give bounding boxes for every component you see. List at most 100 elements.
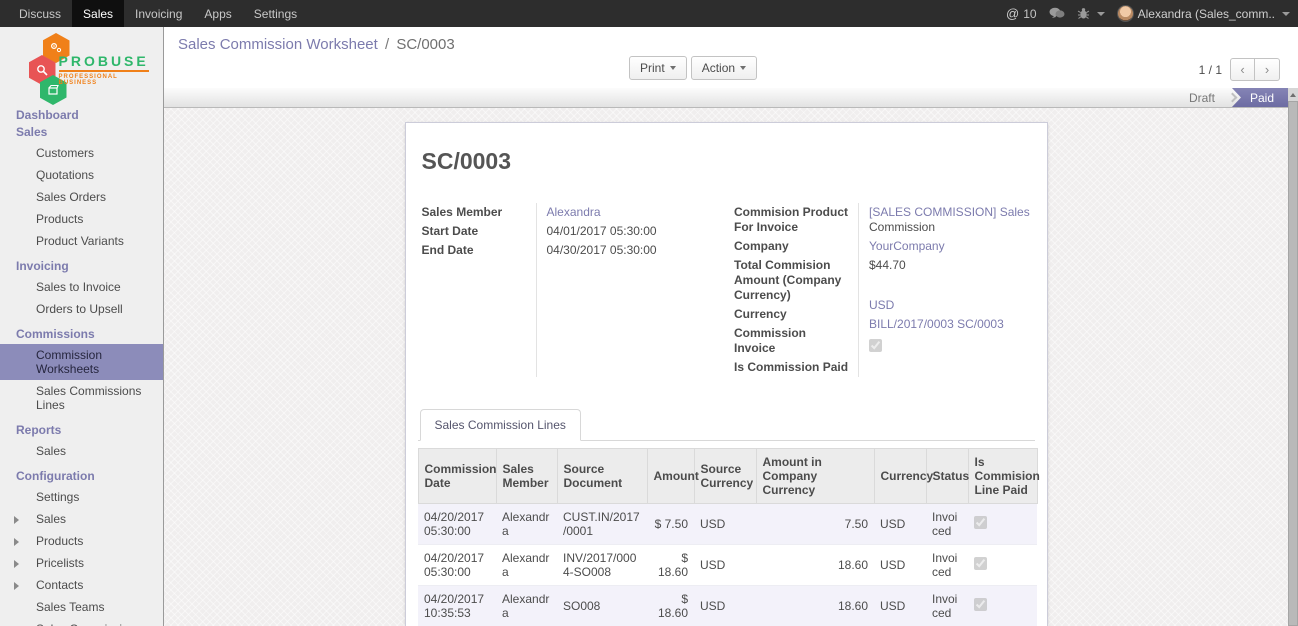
user-menu[interactable]: Alexandra (Sales_comm.. <box>1117 5 1290 22</box>
logo-box[interactable]: PROBUSE PROFESSIONAL BUSINESS <box>0 27 163 101</box>
company-value[interactable]: YourCompany <box>869 239 945 253</box>
status-draft[interactable]: Draft <box>1179 88 1229 107</box>
expand-arrow-icon <box>14 516 19 524</box>
mention-icon: @ <box>1006 6 1019 21</box>
currency-label: Currency <box>734 305 856 324</box>
commission-invoice-link[interactable]: BILL/2017/0003 SC/0003 <box>869 317 1004 331</box>
status-paid[interactable]: Paid <box>1232 88 1288 107</box>
table-row[interactable]: 04/20/2017 10:35:53 Alexandra SO008 $ 18… <box>418 586 1037 626</box>
app-menu-discuss[interactable]: Discuss <box>8 0 72 27</box>
col-status[interactable]: Status <box>926 449 968 504</box>
sidebar-item-contacts[interactable]: Contacts <box>0 574 163 596</box>
print-button[interactable]: Print <box>629 56 687 80</box>
col-amount[interactable]: Amount <box>647 449 694 504</box>
page: Discuss Sales Invoicing Apps Settings @ … <box>0 0 1298 626</box>
company-label: Company <box>734 237 856 256</box>
sidebar-heading-commissions[interactable]: Commissions <box>0 320 163 344</box>
form-sheet: SC/0003 Sales Member Start Date End Date <box>405 122 1048 626</box>
cell-status: Invoiced <box>926 545 968 586</box>
commission-lines-table: Commission Date Sales Member Source Docu… <box>418 448 1038 626</box>
cell-date: 04/20/2017 05:30:00 <box>418 504 496 545</box>
cell-amount-company: 18.60 <box>756 586 874 626</box>
action-button[interactable]: Action <box>691 56 757 80</box>
sidebar-item-pricelists[interactable]: Pricelists <box>0 552 163 574</box>
is-commission-paid-checkbox[interactable] <box>869 339 882 352</box>
commission-product-link[interactable]: [SALES COMMISSION] Sales <box>869 205 1030 219</box>
breadcrumb: Sales Commission Worksheet / SC/0003 <box>178 36 455 53</box>
scrollbar-thumb[interactable] <box>1288 101 1298 626</box>
form-view-background: SC/0003 Sales Member Start Date End Date <box>164 108 1288 626</box>
table-row[interactable]: 04/20/2017 05:30:00 Alexandra CUST.IN/20… <box>418 504 1037 545</box>
pager-previous-button[interactable]: ‹ <box>1230 58 1255 81</box>
col-source-document[interactable]: Source Document <box>557 449 647 504</box>
cell-member: Alexandra <box>496 545 557 586</box>
sidebar-item-products[interactable]: Products <box>0 208 163 230</box>
line-paid-checkbox[interactable] <box>974 598 987 611</box>
sales-member-value[interactable]: Alexandra <box>547 205 601 219</box>
start-date-label: Start Date <box>422 222 534 241</box>
sidebar-item-commission-worksheets[interactable]: Commission Worksheets <box>0 344 163 380</box>
sidebar-item-customers[interactable]: Customers <box>0 142 163 164</box>
cell-member: Alexandra <box>496 504 557 545</box>
mentions-counter[interactable]: @ 10 <box>1006 6 1037 21</box>
cell-currency: USD <box>874 586 926 626</box>
col-commission-date[interactable]: Commission Date <box>418 449 496 504</box>
sidebar-item-sales-commission-levels[interactable]: Sales Commission Levels <box>0 618 163 626</box>
sidebar-item-settings[interactable]: Settings <box>0 486 163 508</box>
col-source-currency[interactable]: Source Currency <box>694 449 756 504</box>
sidebar-item-reports-sales[interactable]: Sales <box>0 440 163 462</box>
start-date-value: 04/01/2017 05:30:00 <box>547 222 727 241</box>
sidebar-item-quotations[interactable]: Quotations <box>0 164 163 186</box>
col-sales-member[interactable]: Sales Member <box>496 449 557 504</box>
sidebar-item-sales-commissions-lines[interactable]: Sales Commissions Lines <box>0 380 163 416</box>
app-menu-settings[interactable]: Settings <box>243 0 308 27</box>
app-menu-sales[interactable]: Sales <box>72 0 124 27</box>
sidebar-item-sales-orders[interactable]: Sales Orders <box>0 186 163 208</box>
chevron-down-icon <box>740 66 746 70</box>
sidebar-item-config-products[interactable]: Products <box>0 530 163 552</box>
sidebar-heading-configuration[interactable]: Configuration <box>0 462 163 486</box>
vertical-scrollbar[interactable] <box>1288 88 1298 626</box>
sidebar-item-product-variants[interactable]: Product Variants <box>0 230 163 252</box>
currency-value[interactable]: USD <box>869 298 894 312</box>
cell-date: 04/20/2017 10:35:53 <box>418 586 496 626</box>
sidebar: PROBUSE PROFESSIONAL BUSINESS Dashboard … <box>0 27 164 626</box>
pager-next-button[interactable]: › <box>1255 58 1280 81</box>
sidebar-item-sales-to-invoice[interactable]: Sales to Invoice <box>0 276 163 298</box>
total-commission-label: Total Commision Amount (Company Currency… <box>734 256 856 305</box>
cell-currency: USD <box>874 545 926 586</box>
tab-sales-commission-lines[interactable]: Sales Commission Lines <box>420 409 581 441</box>
probuse-logo: PROBUSE PROFESSIONAL BUSINESS <box>23 33 141 97</box>
line-paid-checkbox[interactable] <box>974 557 987 570</box>
line-paid-checkbox[interactable] <box>974 516 987 529</box>
debug-menu[interactable] <box>1077 7 1105 20</box>
app-menu-invoicing[interactable]: Invoicing <box>124 0 193 27</box>
col-amount-company-currency[interactable]: Amount in Company Currency <box>756 449 874 504</box>
sidebar-item-config-sales[interactable]: Sales <box>0 508 163 530</box>
systray: @ 10 Alexandra (Sales_ <box>1006 0 1298 27</box>
is-commission-paid-label: Is Commission Paid <box>734 358 856 377</box>
messages-button[interactable] <box>1049 7 1065 20</box>
col-is-commission-line-paid[interactable]: Is Commision Line Paid <box>968 449 1037 504</box>
cell-source-currency: USD <box>694 586 756 626</box>
sales-member-label: Sales Member <box>422 203 534 222</box>
sidebar-item-orders-to-upsell[interactable]: Orders to Upsell <box>0 298 163 320</box>
logo-title: PROBUSE <box>59 53 149 72</box>
app-menu-apps[interactable]: Apps <box>193 0 242 27</box>
col-currency[interactable]: Currency <box>874 449 926 504</box>
action-button-label: Action <box>702 61 735 75</box>
table-row[interactable]: 04/20/2017 05:30:00 Alexandra INV/2017/0… <box>418 545 1037 586</box>
breadcrumb-parent-link[interactable]: Sales Commission Worksheet <box>178 36 378 53</box>
sidebar-heading-dashboard[interactable]: Dashboard <box>0 101 163 125</box>
chat-icon <box>1049 7 1065 20</box>
sidebar-item-sales-teams[interactable]: Sales Teams <box>0 596 163 618</box>
scrollbar-up-button[interactable] <box>1288 88 1298 101</box>
scroll-up-icon <box>1290 93 1296 97</box>
bug-icon <box>1077 7 1090 20</box>
pager: 1 / 1 ‹ › <box>1199 58 1280 81</box>
cell-member: Alexandra <box>496 586 557 626</box>
sidebar-heading-reports[interactable]: Reports <box>0 416 163 440</box>
status-bar: Draft Paid <box>164 88 1288 108</box>
sidebar-heading-sales[interactable]: Sales <box>0 125 163 142</box>
sidebar-heading-invoicing[interactable]: Invoicing <box>0 252 163 276</box>
